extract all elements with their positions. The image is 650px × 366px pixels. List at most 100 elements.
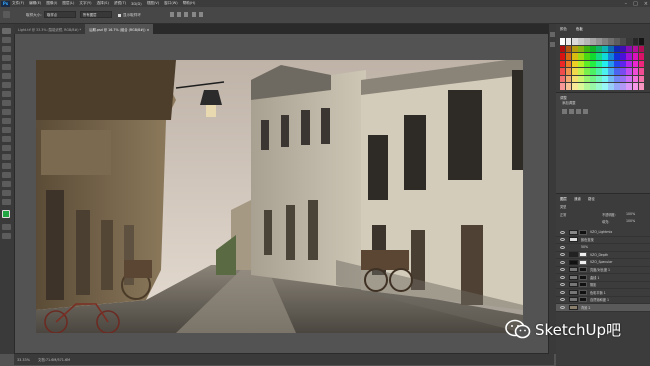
- swatch[interactable]: [566, 68, 572, 75]
- eye-icon[interactable]: [560, 275, 565, 279]
- brush-icon[interactable]: [2, 91, 11, 97]
- swatch[interactable]: [596, 45, 602, 53]
- swatch[interactable]: [626, 45, 632, 53]
- swatch[interactable]: [596, 75, 602, 83]
- swatch[interactable]: [632, 45, 638, 53]
- swatch[interactable]: [620, 83, 626, 90]
- swatch[interactable]: [560, 83, 566, 90]
- swatch[interactable]: [566, 60, 572, 68]
- swatch[interactable]: [608, 53, 614, 60]
- close-icon[interactable]: ×: [644, 1, 648, 7]
- swatch[interactable]: [578, 83, 584, 90]
- swatch[interactable]: [572, 75, 578, 83]
- tab-channels[interactable]: 通道: [574, 196, 581, 201]
- swatch[interactable]: [572, 38, 578, 45]
- swatch[interactable]: [572, 68, 578, 75]
- swatch[interactable]: [614, 68, 620, 75]
- opacity-value[interactable]: 100%: [626, 212, 635, 216]
- swatch[interactable]: [614, 75, 620, 83]
- swatch[interactable]: [590, 75, 596, 83]
- swatch[interactable]: [578, 60, 584, 68]
- swatch[interactable]: [620, 45, 626, 53]
- tab-color[interactable]: 颜色: [560, 26, 567, 31]
- blend-mode-select[interactable]: 正常: [560, 212, 566, 217]
- text-icon[interactable]: [2, 163, 11, 169]
- swatch[interactable]: [572, 83, 578, 90]
- swatch[interactable]: [602, 53, 608, 60]
- swatch[interactable]: [638, 68, 644, 75]
- layer-row[interactable]: 50%: [556, 244, 650, 252]
- dodge-icon[interactable]: [2, 145, 11, 151]
- marquee-icon[interactable]: [2, 37, 11, 43]
- swatch[interactable]: [626, 60, 632, 68]
- layer-row[interactable]: 阴影: [556, 282, 650, 289]
- swatch[interactable]: [566, 45, 572, 53]
- swatch[interactable]: [602, 75, 608, 83]
- layer-row[interactable]: 曲线 1: [556, 274, 650, 282]
- menu-help[interactable]: 帮助(H): [183, 1, 196, 6]
- swatch[interactable]: [626, 38, 632, 45]
- layer-row[interactable]: 色彩平衡 1: [556, 289, 650, 297]
- zoom-icon[interactable]: [2, 199, 11, 205]
- swatch[interactable]: [572, 45, 578, 53]
- history-panel-icon[interactable]: [550, 32, 555, 37]
- swatch[interactable]: [584, 60, 590, 68]
- layer-row[interactable]: VZO_Specular: [556, 259, 650, 267]
- swatch[interactable]: [590, 60, 596, 68]
- swatch[interactable]: [626, 83, 632, 90]
- swatch[interactable]: [632, 38, 638, 45]
- swatch[interactable]: [590, 83, 596, 90]
- eye-icon[interactable]: [560, 253, 565, 257]
- menu-3d[interactable]: 3D(D): [131, 2, 142, 6]
- eye-icon[interactable]: [560, 238, 565, 242]
- swatch[interactable]: [638, 60, 644, 68]
- swatch[interactable]: [614, 45, 620, 53]
- swatch[interactable]: [560, 53, 566, 60]
- shape-icon[interactable]: [2, 181, 11, 187]
- swatch[interactable]: [578, 45, 584, 53]
- swatch[interactable]: [572, 53, 578, 60]
- healing-icon[interactable]: [2, 82, 11, 88]
- swatch[interactable]: [608, 83, 614, 90]
- menu-select[interactable]: 选择(S): [97, 1, 109, 6]
- swatch[interactable]: [620, 38, 626, 45]
- menu-type[interactable]: 文字(Y): [79, 1, 91, 6]
- move-tool-icon[interactable]: [2, 28, 11, 34]
- eye-icon[interactable]: [560, 230, 565, 234]
- document-canvas[interactable]: [36, 60, 523, 333]
- menu-edit[interactable]: 编辑(E): [29, 1, 41, 6]
- swatch[interactable]: [620, 68, 626, 75]
- layer-filter-kind[interactable]: 类型: [560, 204, 566, 209]
- fill-value[interactable]: 100%: [626, 219, 635, 223]
- swatch[interactable]: [578, 75, 584, 83]
- swatch[interactable]: [596, 60, 602, 68]
- layer-row[interactable]: 自然饱和度 1: [556, 297, 650, 304]
- eye-icon[interactable]: [560, 305, 565, 309]
- eye-icon[interactable]: [560, 283, 565, 287]
- crop-icon[interactable]: [2, 64, 11, 70]
- swatch[interactable]: [602, 83, 608, 90]
- swatch[interactable]: [620, 60, 626, 68]
- swatch[interactable]: [566, 53, 572, 60]
- curves-icon[interactable]: [576, 109, 581, 114]
- swatch[interactable]: [632, 60, 638, 68]
- maximize-icon[interactable]: □: [633, 1, 638, 7]
- minimize-icon[interactable]: –: [625, 1, 628, 7]
- swatch[interactable]: [560, 45, 566, 53]
- eye-icon[interactable]: [560, 260, 565, 264]
- swatch[interactable]: [560, 75, 566, 83]
- eye-icon[interactable]: [560, 298, 565, 302]
- swatch[interactable]: [632, 83, 638, 90]
- levels-icon[interactable]: [569, 109, 574, 114]
- swatch[interactable]: [572, 60, 578, 68]
- swatch[interactable]: [608, 68, 614, 75]
- swatch[interactable]: [584, 68, 590, 75]
- tab-post-psd[interactable]: 后期.psd @ 16.7% (组合 (RGB/8#)) ×: [85, 24, 154, 34]
- swatch[interactable]: [578, 53, 584, 60]
- path-select-icon[interactable]: [2, 172, 11, 178]
- swatch[interactable]: [638, 38, 644, 45]
- swatch[interactable]: [638, 75, 644, 83]
- swatch[interactable]: [608, 45, 614, 53]
- tab-layers[interactable]: 图层: [560, 196, 567, 201]
- swatch[interactable]: [560, 68, 566, 75]
